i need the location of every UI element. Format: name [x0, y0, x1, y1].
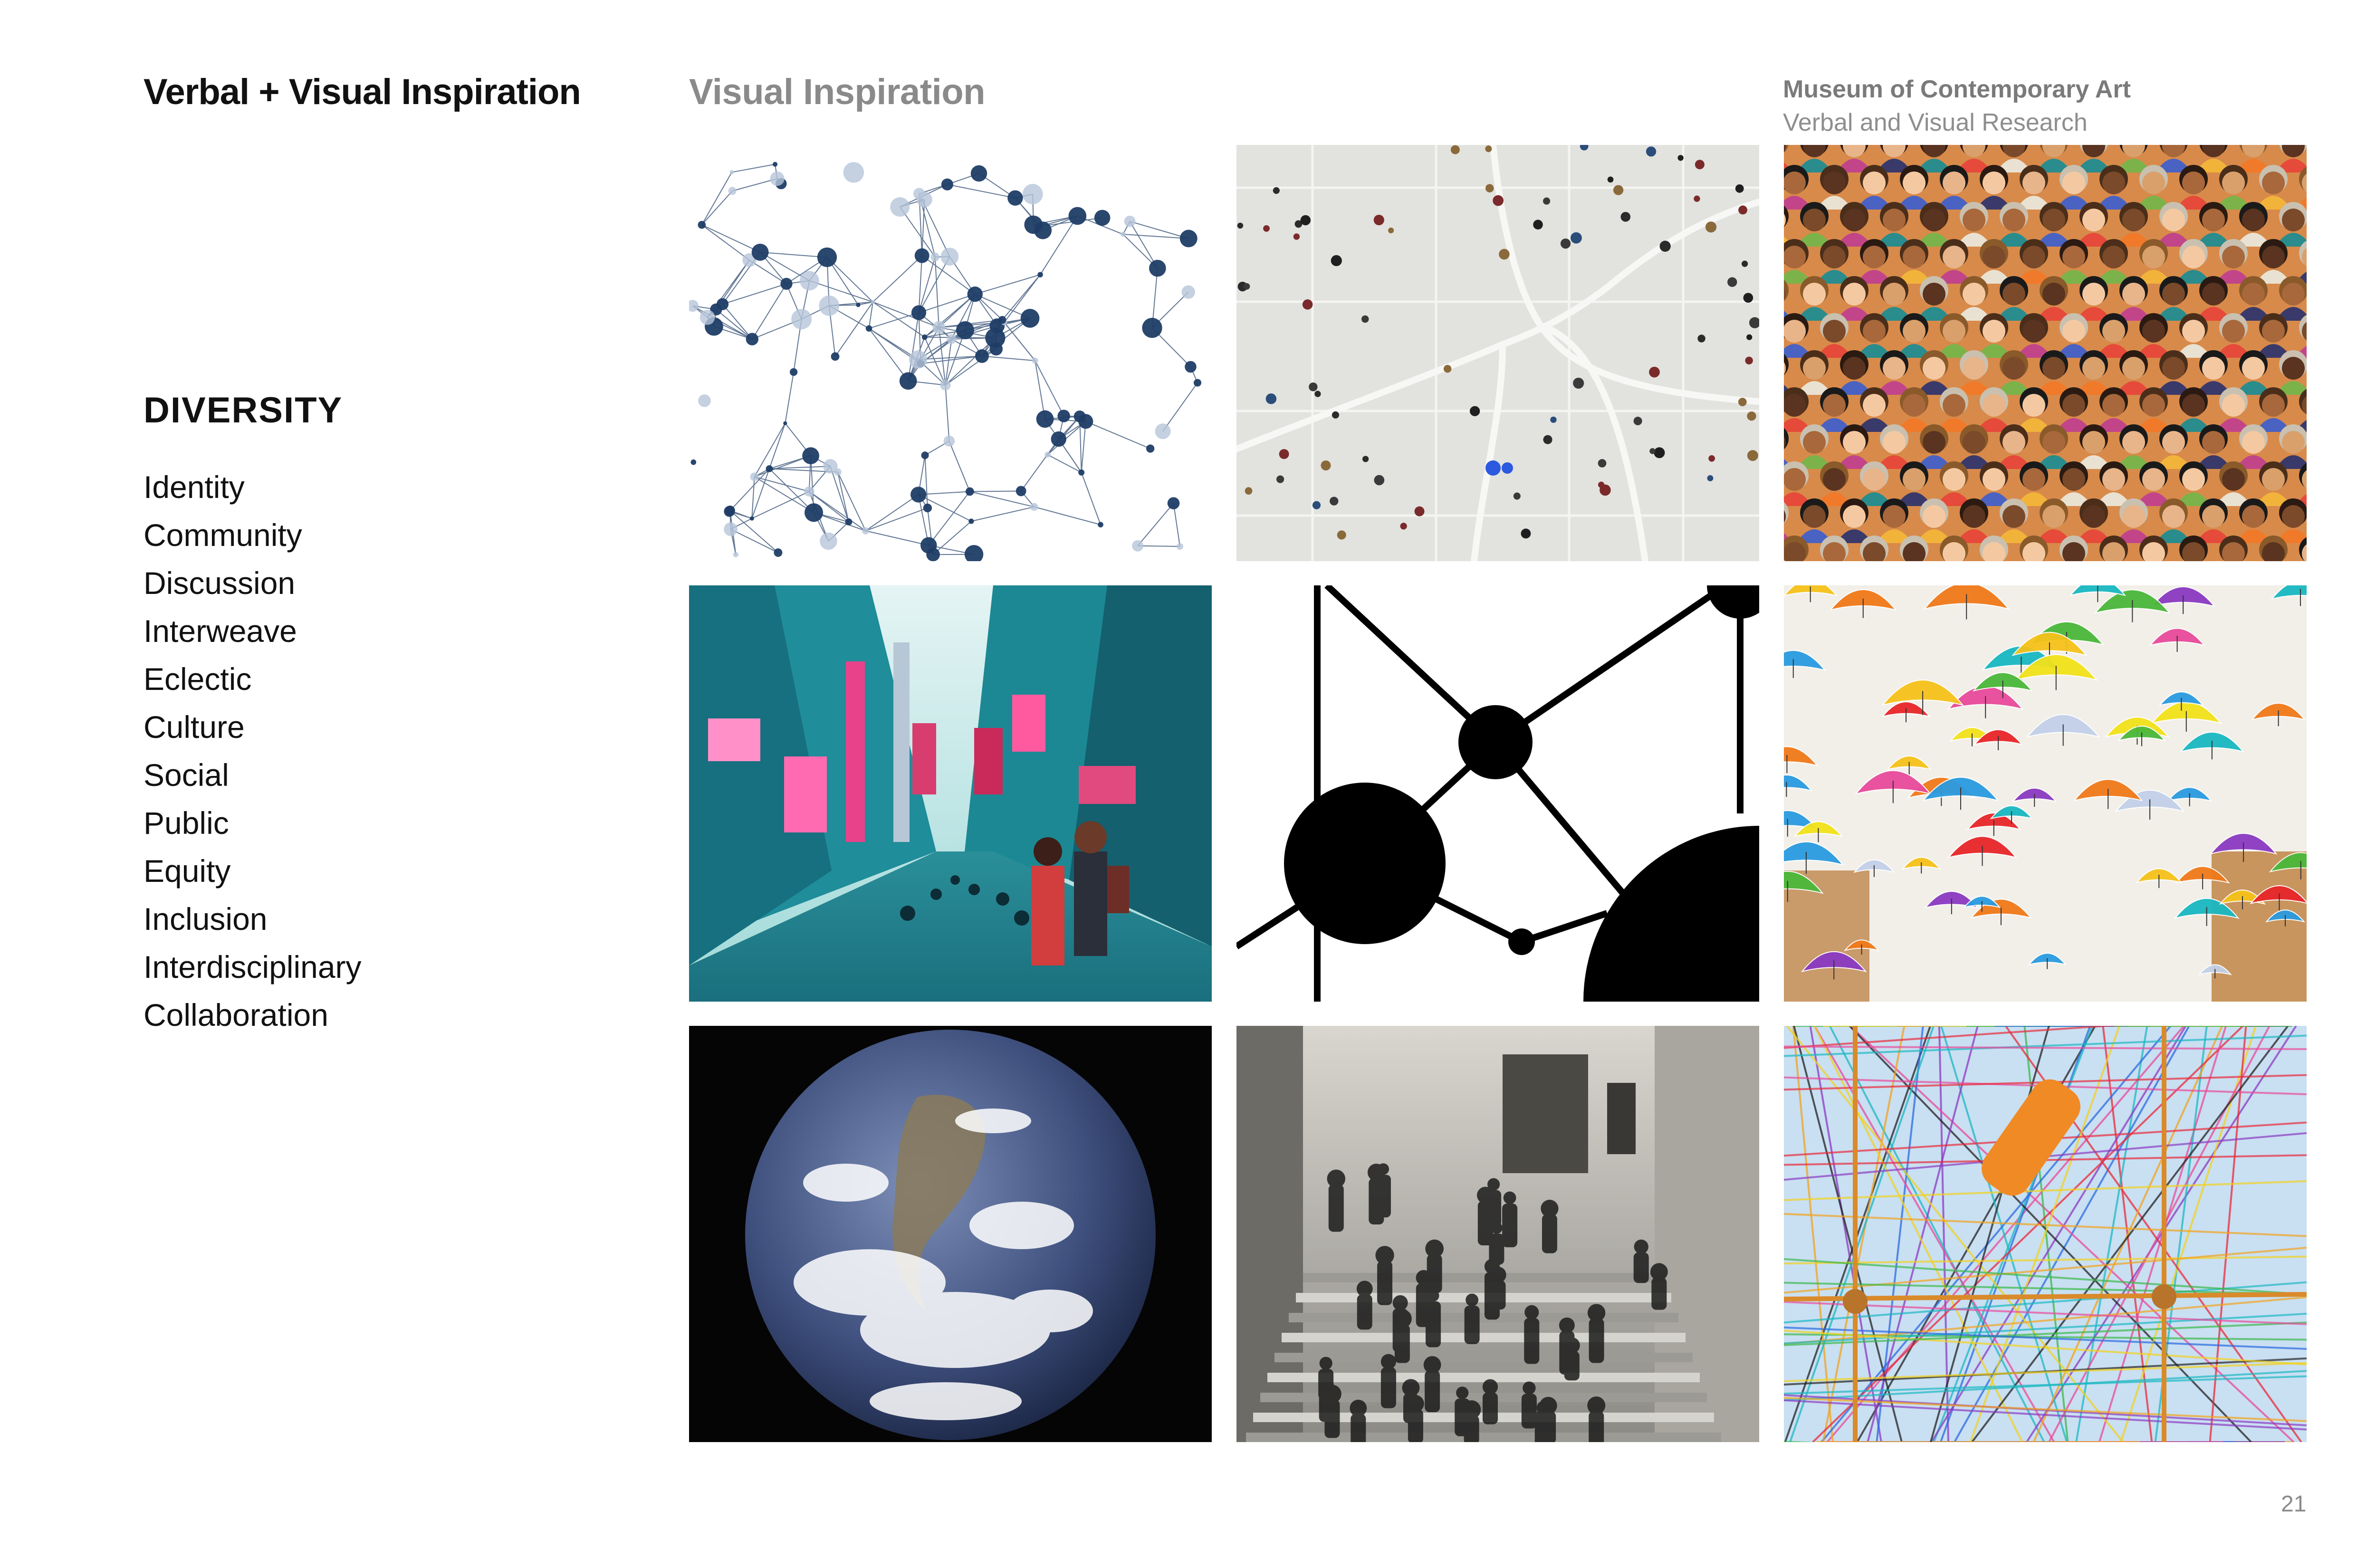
- diverse-crowd-illustration: [1784, 145, 2307, 561]
- crowd-on-stairs-image: [1236, 1026, 1759, 1442]
- section-title: Verbal + Visual Inspiration: [144, 72, 581, 112]
- grid-title: Visual Inspiration: [689, 72, 986, 112]
- word-item: Community: [144, 517, 302, 553]
- word-list: Identity Community Discussion Interweave…: [144, 463, 362, 1039]
- earth-globe-image: [689, 1026, 1212, 1442]
- word-item: Culture: [144, 709, 245, 745]
- word-item: Interdisciplinary: [144, 949, 362, 985]
- colored-threads-image: [1784, 1026, 2307, 1442]
- word-item: Eclectic: [144, 661, 252, 697]
- network-nodes-image: [689, 145, 1212, 561]
- word-item: Equity: [144, 853, 231, 889]
- theme-heading: DIVERSITY: [144, 390, 343, 430]
- word-item: Social: [144, 757, 229, 793]
- aerial-plaza-people-image: [1236, 145, 1759, 561]
- page-number: 21: [2281, 1492, 2307, 1517]
- molecule-graph-image: [1236, 585, 1759, 1002]
- word-item: Public: [144, 805, 229, 841]
- museum-name: Museum of Contemporary Art: [1783, 76, 2131, 103]
- museum-subtitle: Verbal and Visual Research: [1783, 109, 2088, 136]
- neon-city-street-image: [689, 585, 1212, 1002]
- word-item: Inclusion: [144, 901, 268, 937]
- word-item: Collaboration: [144, 997, 328, 1033]
- word-item: Identity: [144, 469, 245, 505]
- colorful-umbrellas-image: [1784, 585, 2307, 1002]
- word-item: Interweave: [144, 613, 297, 649]
- word-item: Discussion: [144, 565, 296, 601]
